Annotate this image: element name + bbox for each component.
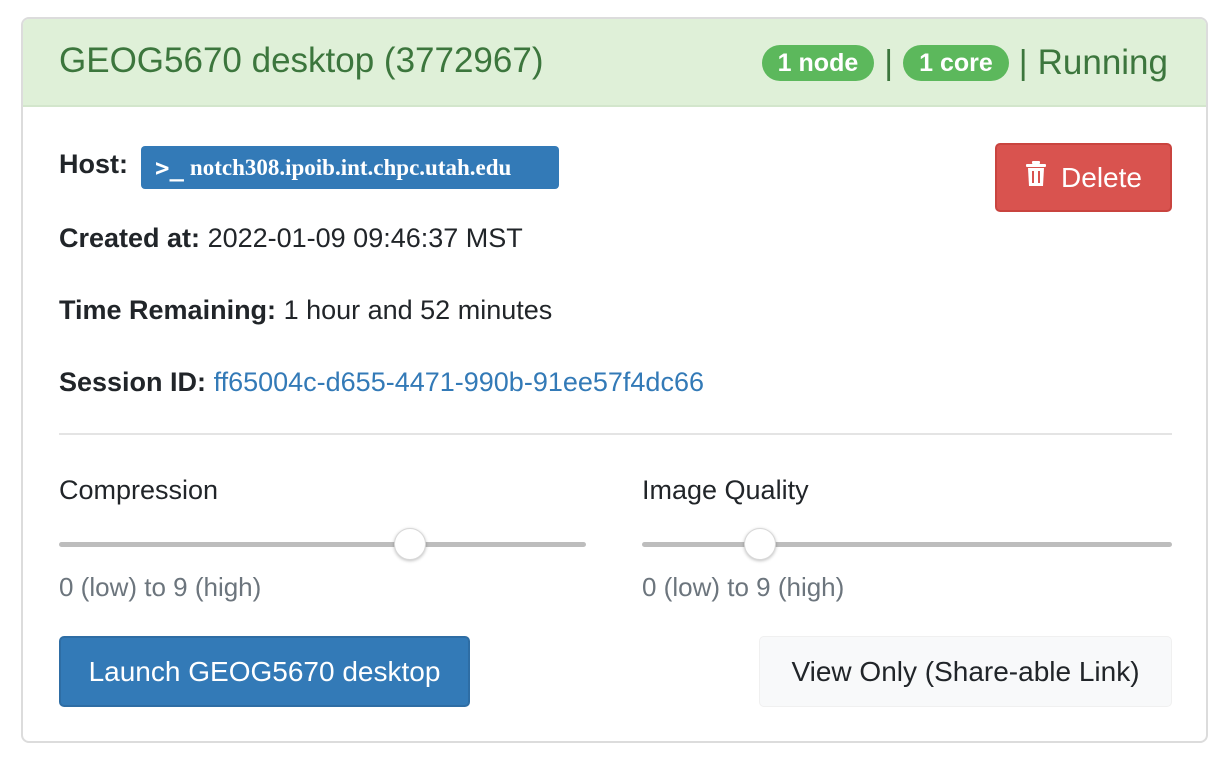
cores-badge: 1 core: [903, 45, 1009, 81]
session-id-row: Session ID: ff65004c-d655-4471-990b-91ee…: [59, 367, 704, 398]
session-status-group: 1 node | 1 core | Running: [761, 43, 1168, 83]
nodes-badge: 1 node: [761, 45, 875, 81]
session-id-link[interactable]: ff65004c-d655-4471-990b-91ee57f4dc66: [214, 367, 704, 397]
divider: [59, 433, 1172, 435]
trash-icon: [1025, 161, 1047, 194]
host-label: Host:: [59, 149, 128, 179]
status-text: Running: [1037, 43, 1168, 82]
host-link-button[interactable]: >_ notch308.ipoib.int.chpc.utah.edu: [141, 146, 559, 189]
delete-button-label: Delete: [1061, 161, 1142, 193]
image-quality-label: Image Quality: [642, 475, 809, 505]
status-separator: |: [884, 43, 894, 82]
compression-slider[interactable]: [59, 528, 586, 560]
created-label: Created at:: [59, 223, 201, 253]
created-value: 2022-01-09 09:46:37 MST: [207, 223, 523, 253]
compression-slider-handle[interactable]: [394, 528, 427, 560]
time-remaining-row: Time Remaining: 1 hour and 52 minutes: [59, 295, 552, 326]
session-id-label: Session ID:: [59, 367, 207, 397]
created-row: Created at: 2022-01-09 09:46:37 MST: [59, 223, 523, 254]
image-quality-slider[interactable]: [642, 528, 1172, 560]
compression-help: 0 (low) to 9 (high): [59, 572, 262, 602]
time-remaining-label: Time Remaining:: [59, 295, 277, 325]
view-only-button[interactable]: View Only (Share-able Link): [759, 636, 1172, 707]
compression-label: Compression: [59, 475, 219, 505]
session-card-header: GEOG5670 desktop (3772967) 1 node | 1 co…: [23, 19, 1206, 107]
session-title: GEOG5670 desktop (3772967): [59, 41, 544, 80]
time-remaining-value: 1 hour and 52 minutes: [283, 295, 553, 325]
image-quality-slider-handle[interactable]: [743, 528, 776, 560]
status-separator: |: [1018, 43, 1028, 82]
terminal-prompt-icon: >_: [155, 153, 184, 182]
host-value: notch308.ipoib.int.chpc.utah.edu: [189, 154, 512, 180]
session-card: GEOG5670 desktop (3772967) 1 node | 1 co…: [21, 17, 1208, 743]
host-row: Host:: [59, 149, 128, 180]
delete-button[interactable]: Delete: [995, 143, 1172, 212]
image-quality-help: 0 (low) to 9 (high): [642, 572, 845, 602]
launch-button[interactable]: Launch GEOG5670 desktop: [59, 636, 470, 707]
